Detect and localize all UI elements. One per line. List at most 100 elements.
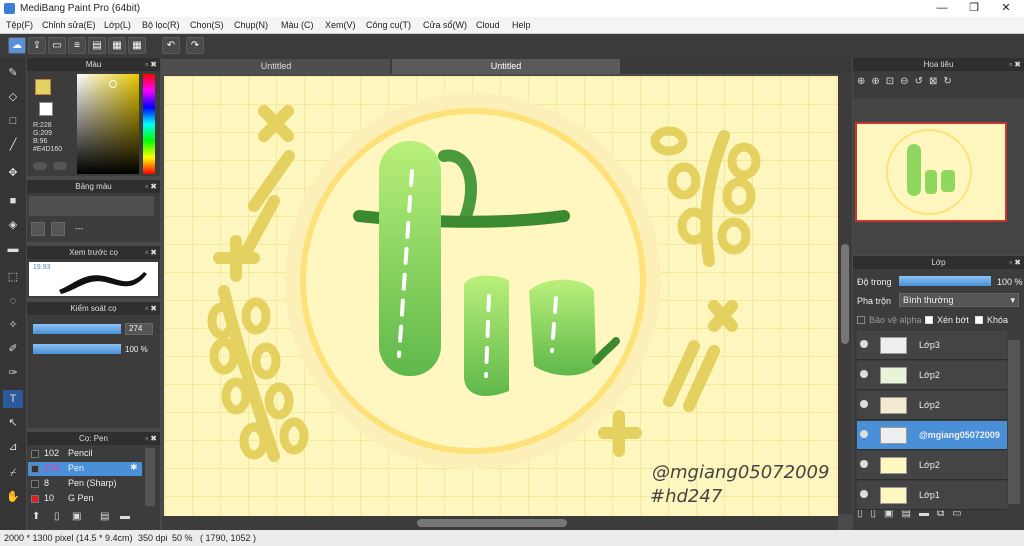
move-tool-icon[interactable]: ✥ — [3, 164, 23, 182]
panel-close-icon[interactable]: ▫ ✖ — [145, 58, 157, 71]
zoom-out-icon[interactable]: ⊖ — [900, 76, 914, 87]
minimize-button[interactable]: — — [926, 0, 958, 17]
menu-capture[interactable]: Chụp(N) — [234, 20, 268, 30]
menu-edit[interactable]: Chỉnh sửa(E) — [42, 20, 96, 30]
eye-icon[interactable] — [860, 340, 868, 348]
line-tool-icon[interactable]: ╱ — [3, 136, 23, 154]
horizontal-scrollbar[interactable] — [162, 516, 838, 530]
brush-tool-icon[interactable]: ✎ — [3, 64, 23, 82]
add-brush-icon[interactable]: ⬆ — [32, 511, 40, 522]
layers-icon[interactable]: ≡ — [68, 37, 86, 54]
eye-icon[interactable] — [860, 460, 868, 468]
redo-icon[interactable]: ↷ — [186, 37, 204, 54]
panel-close-icon[interactable]: ▫ ✖ — [1009, 256, 1021, 269]
layer-row[interactable]: Lớp2 — [857, 361, 1007, 390]
background-color-swatch[interactable] — [39, 102, 53, 116]
menu-cloud[interactable]: Cloud — [476, 20, 500, 30]
layer-row[interactable]: Lớp1 — [857, 481, 1007, 510]
vertical-scrollbar[interactable] — [838, 74, 852, 514]
protect-alpha-checkbox[interactable] — [857, 316, 865, 324]
artwork-canvas[interactable]: @mgiang05072009 #hd247 — [164, 76, 838, 516]
panel-close-icon[interactable]: ▫ ✖ — [1009, 58, 1021, 71]
rotate-right-icon[interactable]: ↻ — [943, 76, 957, 87]
menu-color[interactable]: Màu (C) — [281, 20, 314, 30]
menu-help[interactable]: Help — [512, 20, 531, 30]
zoom-in-icon[interactable]: ⊕ — [871, 76, 885, 87]
layer-row[interactable]: Lớp3 — [857, 331, 1007, 360]
select-rect-icon[interactable]: ⬚ — [3, 268, 23, 286]
tab-untitled-2[interactable]: Untitled — [392, 59, 620, 74]
layer-list-scrollbar[interactable] — [1008, 340, 1020, 504]
brush-item[interactable]: 8 Pen (Sharp) — [28, 477, 142, 491]
brush-menu-icon[interactable]: ▣ — [72, 511, 81, 522]
menu-view[interactable]: Xem(V) — [325, 20, 356, 30]
brush-item[interactable]: 102 Pencil — [28, 447, 142, 461]
cloud-icon[interactable]: ☁ — [8, 37, 26, 54]
document-icon[interactable]: ▤ — [88, 37, 106, 54]
fill-rect-icon[interactable]: ■ — [3, 192, 23, 210]
foreground-color-swatch[interactable] — [35, 79, 51, 95]
text-tool-icon[interactable]: T — [3, 390, 23, 408]
panel-close-icon[interactable]: ▫ ✖ — [145, 302, 157, 315]
hue-slider[interactable] — [143, 74, 155, 174]
clipping-checkbox[interactable] — [925, 316, 933, 324]
close-button[interactable]: ✕ — [990, 0, 1022, 17]
navigator-viewport[interactable] — [855, 122, 1007, 222]
select-pen-icon[interactable]: ✐ — [3, 340, 23, 358]
blend-mode-select[interactable]: Bình thường ▾ — [899, 293, 1019, 307]
reset-icon[interactable]: ⊠ — [929, 76, 943, 87]
brush-size-slider[interactable] — [33, 324, 121, 334]
new-brush-icon[interactable]: ▯ — [54, 511, 60, 522]
color-option-button-2[interactable] — [53, 162, 67, 170]
menu-filter[interactable]: Bộ lọc(R) — [142, 20, 180, 30]
comment-icon[interactable]: ▭ — [48, 37, 66, 54]
eyedropper-icon[interactable]: ⌿ — [3, 464, 23, 482]
rectangle-tool-icon[interactable]: □ — [3, 112, 23, 130]
lasso-tool-icon[interactable]: ◌ — [3, 292, 23, 310]
hand-tool-icon[interactable]: ✋ — [3, 488, 23, 506]
eraser-tool-icon[interactable]: ◇ — [3, 88, 23, 106]
color-picker-cursor[interactable] — [109, 80, 117, 88]
share-icon[interactable]: ⇪ — [28, 37, 46, 54]
menu-tools[interactable]: Công cụ(T) — [366, 20, 411, 30]
brush-list-scrollbar[interactable] — [145, 448, 155, 506]
delete-palette-icon[interactable] — [51, 222, 65, 236]
layer-row-selected[interactable]: @mgiang05072009 — [857, 421, 1007, 450]
operation-tool-icon[interactable]: ↖ — [3, 414, 23, 432]
lock-checkbox[interactable] — [975, 316, 983, 324]
fit-icon[interactable]: ⊡ — [886, 76, 900, 87]
layer-row[interactable]: Lớp2 — [857, 451, 1007, 480]
gradient-tool-icon[interactable]: ▬ — [3, 240, 23, 258]
gear-icon[interactable]: ✱ — [130, 462, 138, 473]
undo-icon[interactable]: ↶ — [162, 37, 180, 54]
layer-opacity-slider[interactable] — [899, 276, 991, 286]
menu-select[interactable]: Chọn(S) — [190, 20, 224, 30]
eye-icon[interactable] — [860, 430, 868, 438]
brush-settings-icon[interactable]: ▤ — [100, 511, 109, 522]
panel-close-icon[interactable]: ▫ ✖ — [145, 246, 157, 259]
maximize-button[interactable]: ❐ — [958, 0, 990, 17]
saturation-brightness-square[interactable] — [77, 74, 139, 174]
tab-untitled-1[interactable]: Untitled — [162, 59, 390, 74]
brush-item-selected[interactable]: 274 Pen ✱ — [28, 462, 142, 476]
menu-window[interactable]: Cửa sổ(W) — [423, 20, 467, 30]
brush-folder-icon[interactable]: ▬ — [120, 511, 130, 522]
palette-area[interactable] — [29, 196, 154, 216]
bucket-tool-icon[interactable]: ◈ — [3, 216, 23, 234]
layer-row[interactable]: Lớp2 — [857, 391, 1007, 420]
color-option-button[interactable] — [33, 162, 47, 170]
magic-wand-icon[interactable]: ✧ — [3, 316, 23, 334]
navigator-view[interactable] — [853, 98, 1024, 254]
dropper-tool-icon[interactable]: ⊿ — [3, 438, 23, 456]
grid-icon[interactable]: ▦ — [128, 37, 146, 54]
zoom-icon[interactable]: ⊕ — [857, 76, 871, 87]
brush-size-value[interactable]: 274 — [125, 323, 153, 335]
eye-icon[interactable] — [860, 400, 868, 408]
brush-opacity-slider[interactable] — [33, 344, 121, 354]
menu-file[interactable]: Tệp(F) — [6, 20, 33, 30]
panel-close-icon[interactable]: ▫ ✖ — [145, 432, 157, 445]
eye-icon[interactable] — [860, 490, 868, 498]
add-palette-icon[interactable] — [31, 222, 45, 236]
panel-close-icon[interactable]: ▫ ✖ — [145, 180, 157, 193]
select-eraser-icon[interactable]: ✑ — [3, 364, 23, 382]
